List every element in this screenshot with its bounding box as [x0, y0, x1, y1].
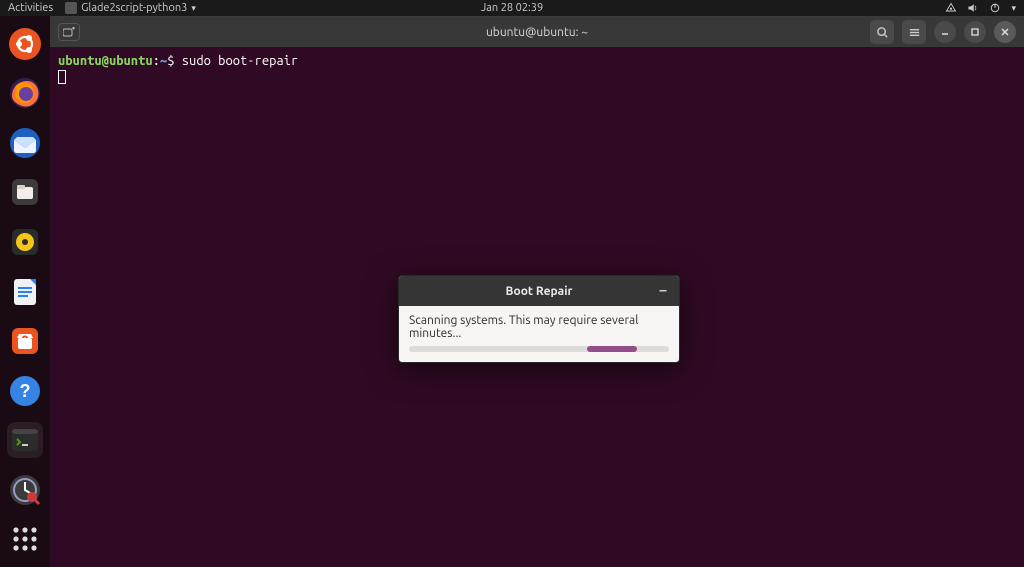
app-menu[interactable]: Glade2script-python3 ▾ — [65, 2, 196, 14]
dock-item-terminal[interactable] — [7, 422, 43, 458]
volume-icon — [967, 2, 979, 14]
terminal-titlebar: ubuntu@ubuntu: ~ — [50, 17, 1024, 47]
minimize-button[interactable] — [934, 21, 956, 43]
gnome-topbar: Activities Glade2script-python3 ▾ Jan 28… — [0, 0, 1024, 16]
progress-bar-chunk — [587, 346, 637, 352]
dock: ? — [0, 16, 50, 567]
dock-item-ubuntu-dash[interactable] — [7, 26, 43, 62]
close-button[interactable] — [994, 21, 1016, 43]
clock[interactable]: Jan 28 02:39 — [481, 2, 543, 14]
terminal-line: ubuntu@ubuntu:~$ sudo boot-repair — [58, 53, 1016, 69]
terminal-body[interactable]: ubuntu@ubuntu:~$ sudo boot-repair — [50, 47, 1024, 91]
dock-item-libreoffice-writer[interactable] — [7, 274, 43, 310]
maximize-button[interactable] — [964, 21, 986, 43]
app-menu-label: Glade2script-python3 — [81, 2, 187, 14]
dock-item-thunderbird[interactable] — [7, 125, 43, 161]
dock-item-files[interactable] — [7, 175, 43, 211]
terminal-cursor — [58, 70, 66, 84]
progress-bar — [409, 346, 669, 352]
system-status-area[interactable]: ▾ — [945, 2, 1016, 14]
prompt-colon: : — [153, 54, 160, 68]
network-icon — [945, 2, 957, 14]
terminal-command: sudo boot-repair — [182, 54, 298, 68]
svg-text:?: ? — [20, 381, 31, 401]
dialog-titlebar: Boot Repair – — [399, 276, 679, 306]
dock-item-boot-repair[interactable] — [7, 472, 43, 508]
dock-item-help[interactable]: ? — [7, 373, 43, 409]
prompt-dollar: $ — [167, 54, 182, 68]
dialog-body: Scanning systems. This may require sever… — [399, 306, 679, 362]
dock-show-applications[interactable] — [7, 521, 43, 557]
boot-repair-dialog: Boot Repair – Scanning systems. This may… — [398, 275, 680, 363]
dock-item-software[interactable] — [7, 323, 43, 359]
dialog-minimize-button[interactable]: – — [655, 282, 671, 298]
app-menu-icon — [65, 2, 77, 14]
dock-item-firefox[interactable] — [7, 76, 43, 112]
terminal-title: ubuntu@ubuntu: ~ — [486, 26, 588, 39]
dock-item-rhythmbox[interactable] — [7, 224, 43, 260]
chevron-down-icon: ▾ — [1011, 3, 1016, 14]
dialog-title: Boot Repair — [506, 285, 573, 298]
prompt-user: ubuntu@ubuntu — [58, 54, 153, 68]
power-icon — [989, 2, 1001, 14]
chevron-down-icon: ▾ — [191, 3, 196, 14]
dialog-message: Scanning systems. This may require sever… — [409, 314, 669, 340]
activities-button[interactable]: Activities — [8, 2, 53, 14]
terminal-cparameters-line — [58, 69, 1016, 85]
new-tab-button[interactable] — [58, 23, 80, 41]
search-button[interactable] — [870, 20, 894, 44]
hamburger-menu-button[interactable] — [902, 20, 926, 44]
